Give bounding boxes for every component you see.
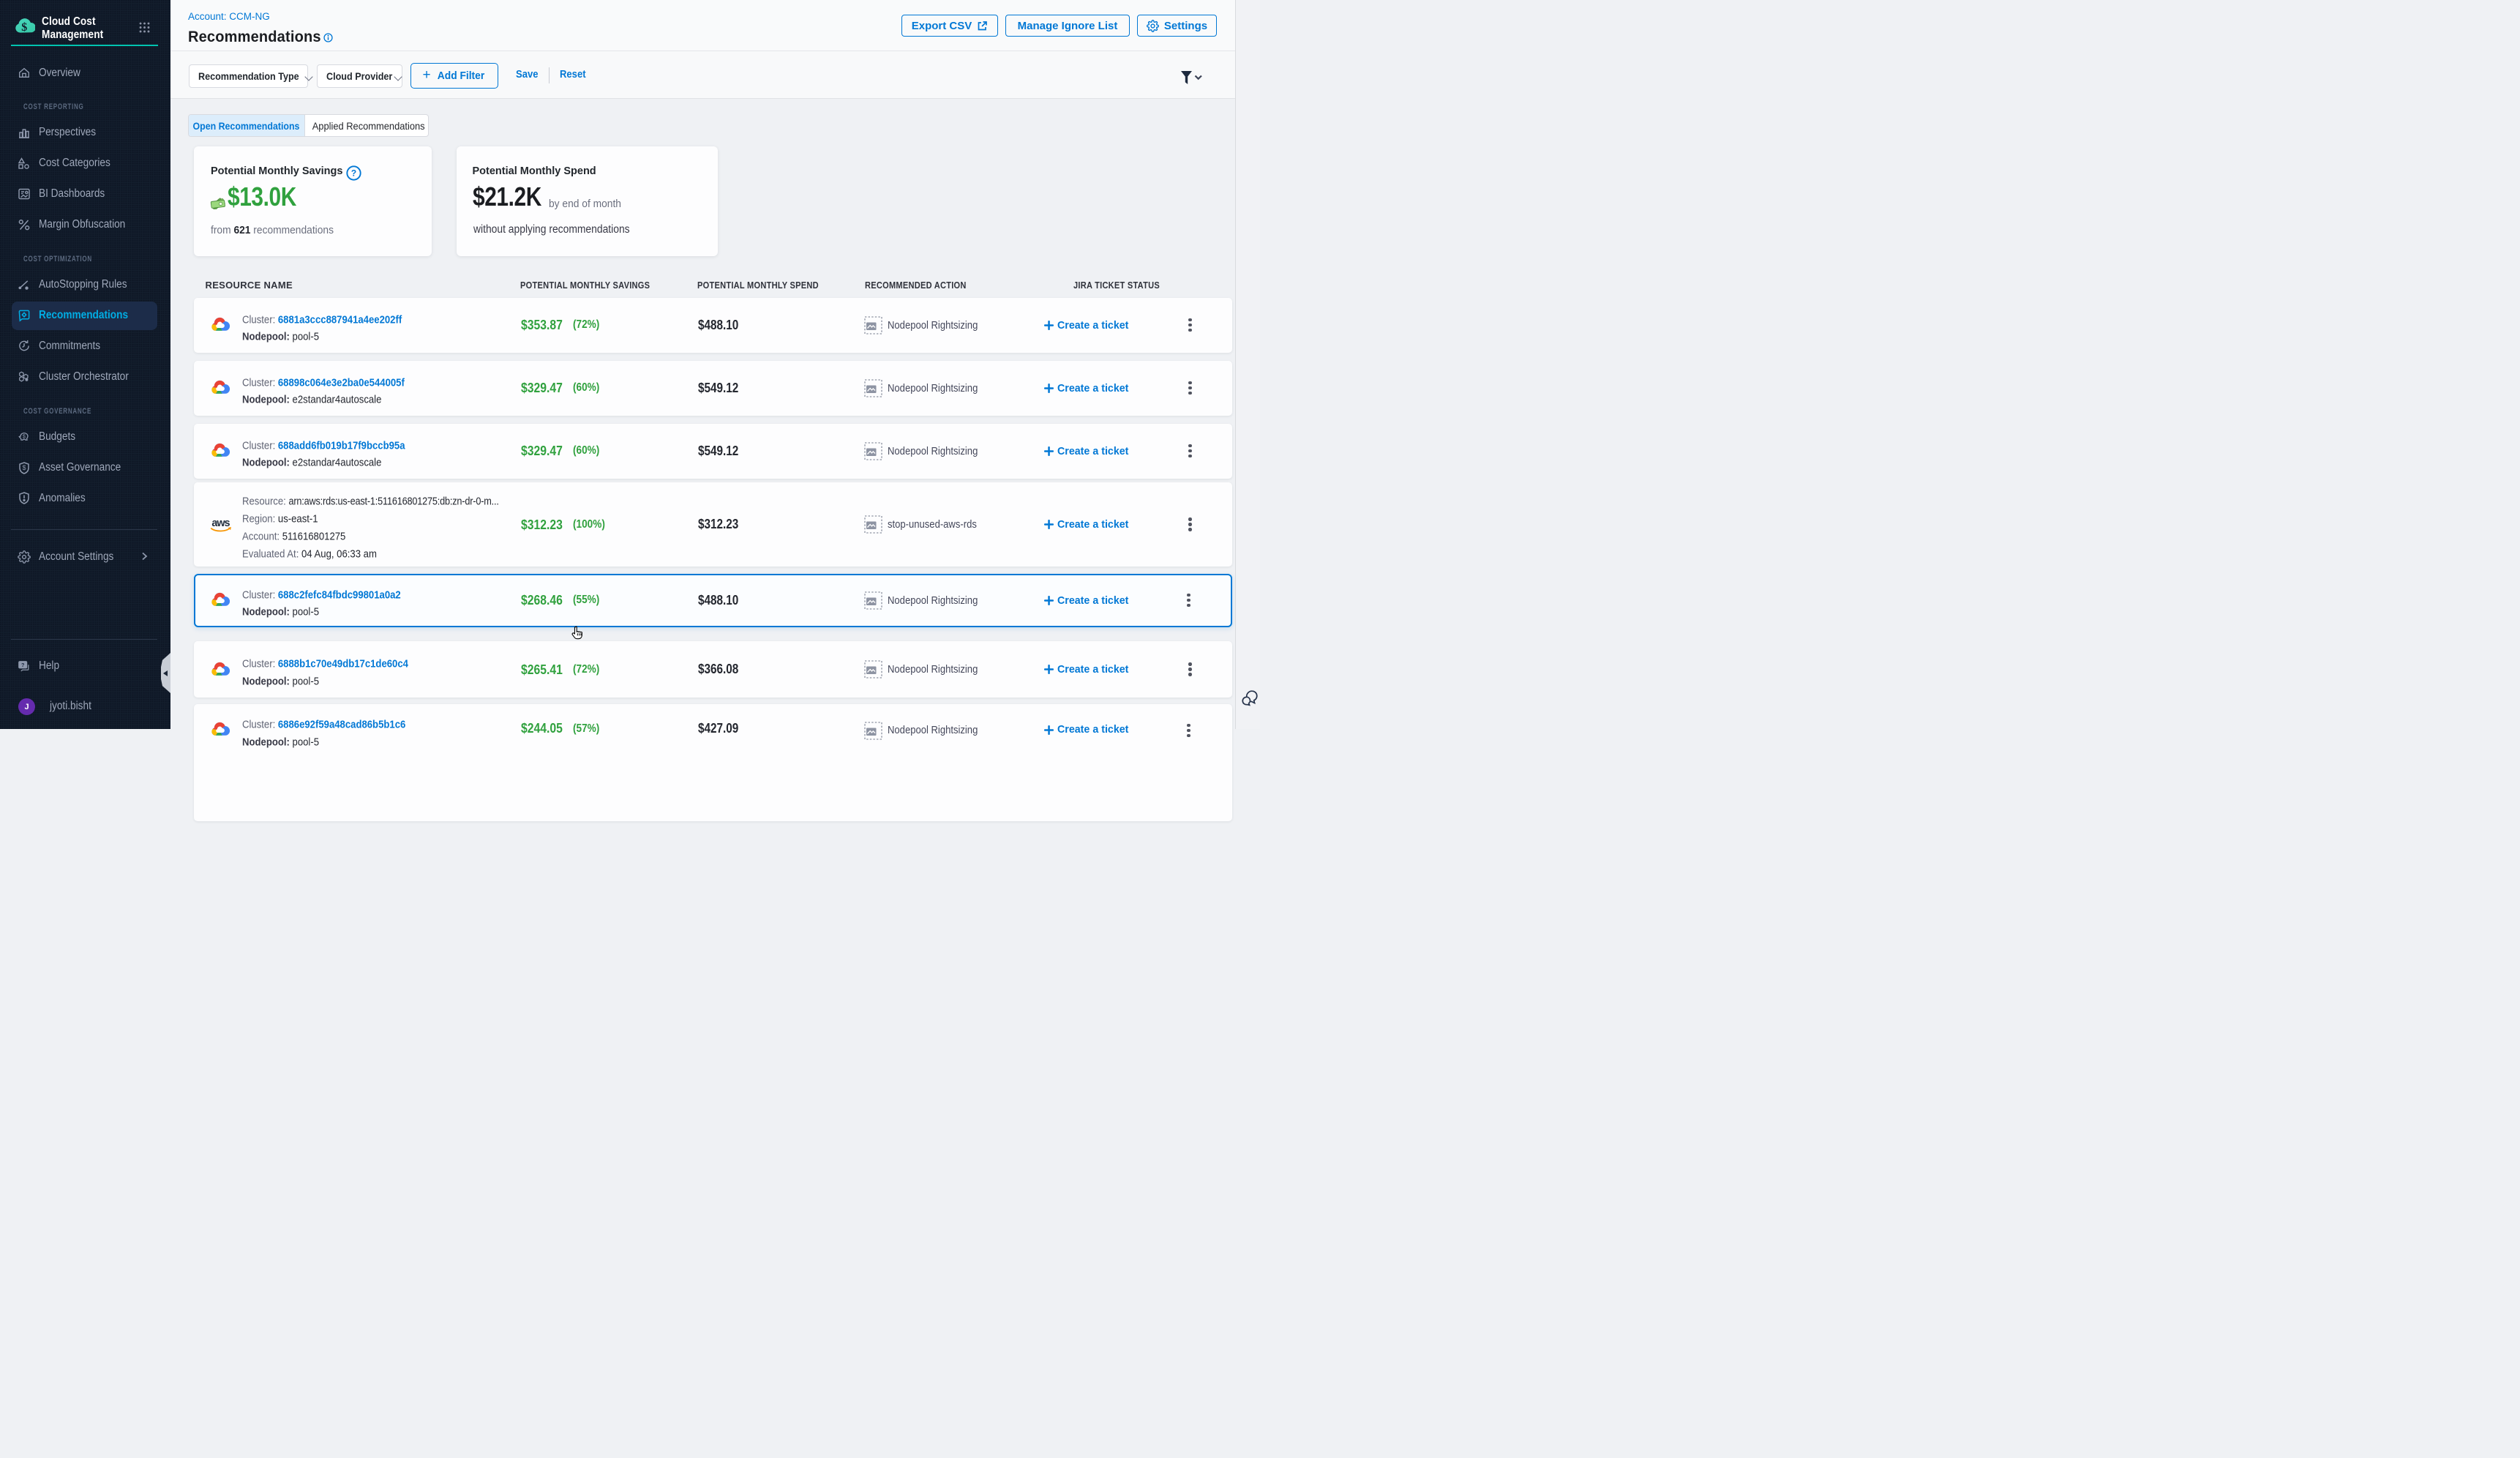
svg-text:?: ? xyxy=(351,168,356,179)
svg-text:$: $ xyxy=(23,433,26,439)
svg-text:?: ? xyxy=(21,661,24,668)
svg-text:$: $ xyxy=(21,21,27,34)
svg-text:aws: aws xyxy=(211,517,230,528)
svg-text:$: $ xyxy=(22,464,26,471)
